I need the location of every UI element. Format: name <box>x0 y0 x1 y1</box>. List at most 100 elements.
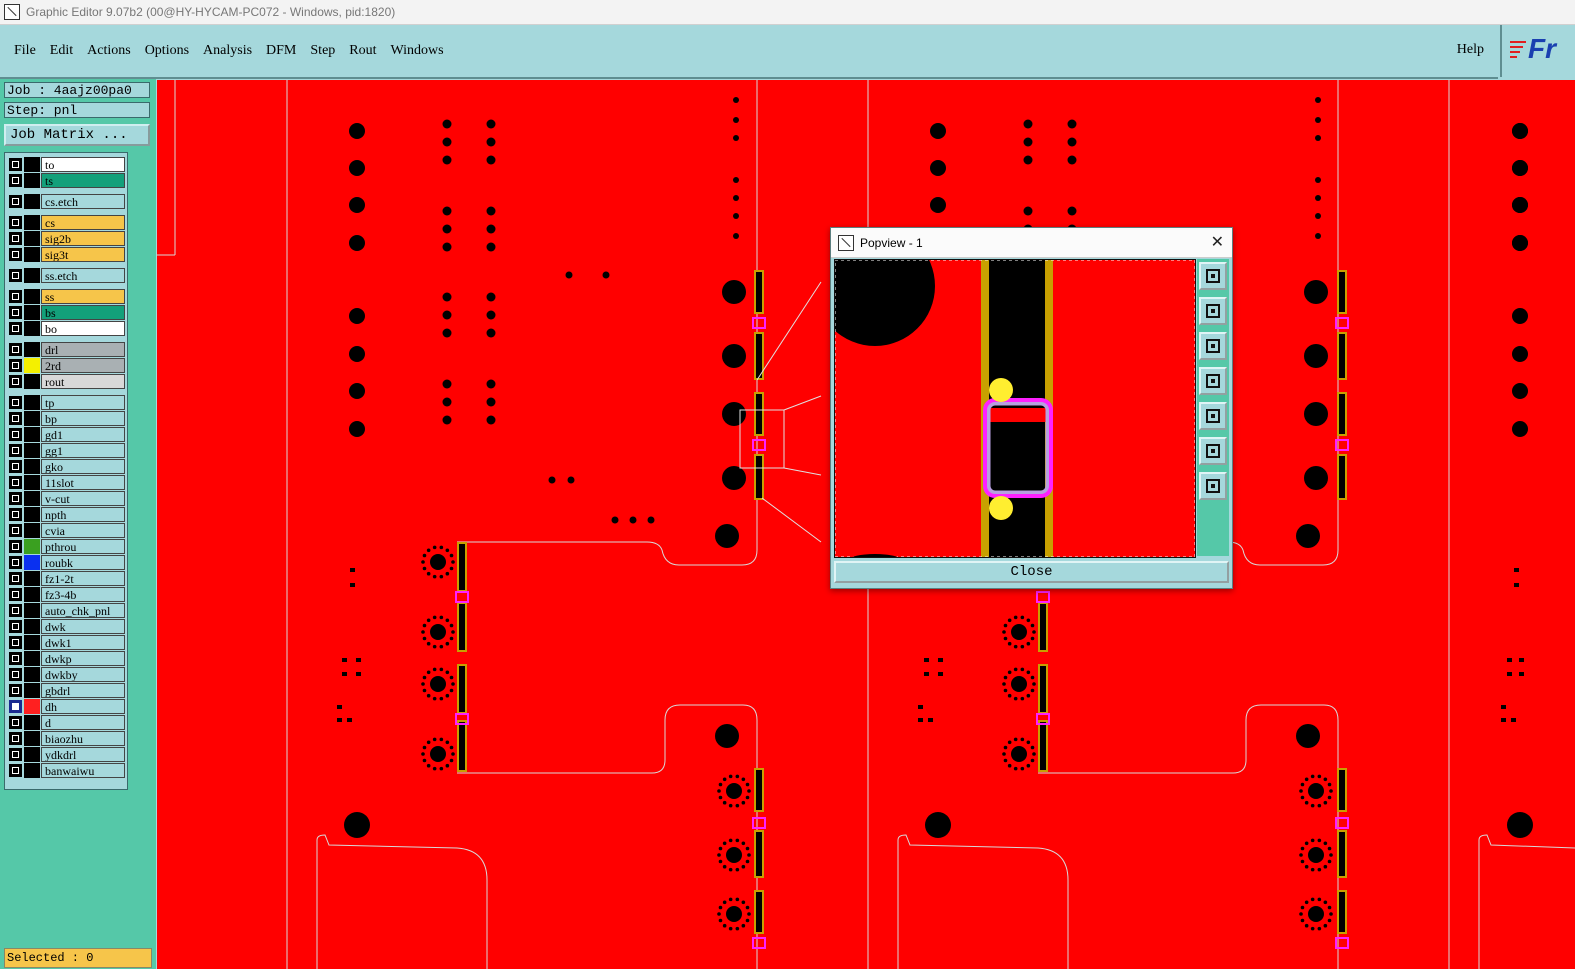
menu-file[interactable]: File <box>14 43 36 59</box>
layer-checkbox[interactable] <box>9 444 22 457</box>
layer-row-cs[interactable]: cs <box>7 215 125 230</box>
layer-checkbox[interactable] <box>9 216 22 229</box>
menu-dfm[interactable]: DFM <box>266 43 296 59</box>
layer-row-banwaiwu[interactable]: banwaiwu <box>7 763 125 778</box>
pan-right-icon[interactable] <box>1199 402 1227 430</box>
layer-row-dwkp[interactable]: dwkp <box>7 651 125 666</box>
layer-color-swatch[interactable] <box>24 374 40 389</box>
layer-row-dwk1[interactable]: dwk1 <box>7 635 125 650</box>
layer-checkbox[interactable] <box>9 556 22 569</box>
layer-row-rout[interactable]: rout <box>7 374 125 389</box>
layer-name[interactable]: 2rd <box>41 358 125 373</box>
layer-row-bp[interactable]: bp <box>7 411 125 426</box>
layer-color-swatch[interactable] <box>24 571 40 586</box>
layer-name[interactable]: gko <box>41 459 125 474</box>
layer-color-swatch[interactable] <box>24 715 40 730</box>
layer-name[interactable]: d <box>41 715 125 730</box>
layer-color-swatch[interactable] <box>24 699 40 714</box>
layer-color-swatch[interactable] <box>24 247 40 262</box>
layer-checkbox[interactable] <box>9 359 22 372</box>
layer-name[interactable]: fz3-4b <box>41 587 125 602</box>
close-icon[interactable]: ✕ <box>1211 232 1224 251</box>
layer-row-11slot[interactable]: 11slot <box>7 475 125 490</box>
layer-color-swatch[interactable] <box>24 491 40 506</box>
layer-checkbox[interactable] <box>9 540 22 553</box>
pan-left-icon[interactable] <box>1199 367 1227 395</box>
layer-row-2rd[interactable]: 2rd <box>7 358 125 373</box>
layer-color-swatch[interactable] <box>24 619 40 634</box>
layer-row-pthrou[interactable]: pthrou <box>7 539 125 554</box>
layer-row-ss.etch[interactable]: ss.etch <box>7 268 125 283</box>
layer-name[interactable]: bs <box>41 305 125 320</box>
layer-row-sig3t[interactable]: sig3t <box>7 247 125 262</box>
layer-checkbox[interactable] <box>9 700 22 713</box>
layer-checkbox[interactable] <box>9 290 22 303</box>
layer-name[interactable]: tp <box>41 395 125 410</box>
layer-checkbox[interactable] <box>9 195 22 208</box>
layer-name[interactable]: 11slot <box>41 475 125 490</box>
layer-checkbox[interactable] <box>9 248 22 261</box>
layer-color-swatch[interactable] <box>24 231 40 246</box>
layer-row-bo[interactable]: bo <box>7 321 125 336</box>
layer-row-dwkby[interactable]: dwkby <box>7 667 125 682</box>
layer-checkbox[interactable] <box>9 684 22 697</box>
layer-row-roubk[interactable]: roubk <box>7 555 125 570</box>
layer-name[interactable]: npth <box>41 507 125 522</box>
layer-row-drl[interactable]: drl <box>7 342 125 357</box>
layer-row-v-cut[interactable]: v-cut <box>7 491 125 506</box>
layer-color-swatch[interactable] <box>24 555 40 570</box>
layer-color-swatch[interactable] <box>24 215 40 230</box>
layer-color-swatch[interactable] <box>24 635 40 650</box>
menu-options[interactable]: Options <box>145 43 189 59</box>
menu-windows[interactable]: Windows <box>391 43 444 59</box>
layer-name[interactable]: gd1 <box>41 427 125 442</box>
layer-color-swatch[interactable] <box>24 603 40 618</box>
layer-name[interactable]: cs <box>41 215 125 230</box>
layer-row-fz1-2t[interactable]: fz1-2t <box>7 571 125 586</box>
layer-row-npth[interactable]: npth <box>7 507 125 522</box>
layer-row-sig2b[interactable]: sig2b <box>7 231 125 246</box>
layer-row-ts[interactable]: ts <box>7 173 125 188</box>
layer-row-gbdrl[interactable]: gbdrl <box>7 683 125 698</box>
menu-rout[interactable]: Rout <box>349 43 376 59</box>
layer-name[interactable]: cvia <box>41 523 125 538</box>
layer-name[interactable]: to <box>41 157 125 172</box>
layer-row-dh[interactable]: dh <box>7 699 125 714</box>
layer-name[interactable]: biaozhu <box>41 731 125 746</box>
layer-name[interactable]: ts <box>41 173 125 188</box>
layer-color-swatch[interactable] <box>24 507 40 522</box>
layer-name[interactable]: ydkdrl <box>41 747 125 762</box>
layer-color-swatch[interactable] <box>24 763 40 778</box>
layer-checkbox[interactable] <box>9 524 22 537</box>
layer-name[interactable]: rout <box>41 374 125 389</box>
layer-color-swatch[interactable] <box>24 475 40 490</box>
layer-name[interactable]: dwk1 <box>41 635 125 650</box>
layer-checkbox[interactable] <box>9 588 22 601</box>
layer-checkbox[interactable] <box>9 174 22 187</box>
layer-color-swatch[interactable] <box>24 342 40 357</box>
layer-color-swatch[interactable] <box>24 358 40 373</box>
layer-row-bs[interactable]: bs <box>7 305 125 320</box>
layer-row-gko[interactable]: gko <box>7 459 125 474</box>
layer-color-swatch[interactable] <box>24 289 40 304</box>
layer-checkbox[interactable] <box>9 748 22 761</box>
layer-checkbox[interactable] <box>9 652 22 665</box>
layer-color-swatch[interactable] <box>24 157 40 172</box>
layer-color-swatch[interactable] <box>24 539 40 554</box>
popview-close-button[interactable]: Close <box>834 561 1229 583</box>
layer-row-biaozhu[interactable]: biaozhu <box>7 731 125 746</box>
popview-viewport[interactable] <box>834 259 1196 558</box>
layer-checkbox[interactable] <box>9 158 22 171</box>
layer-checkbox[interactable] <box>9 604 22 617</box>
zoom-out-icon[interactable] <box>1199 472 1227 500</box>
layer-color-swatch[interactable] <box>24 194 40 209</box>
menu-actions[interactable]: Actions <box>87 43 131 59</box>
layer-row-fz3-4b[interactable]: fz3-4b <box>7 587 125 602</box>
layer-name[interactable]: v-cut <box>41 491 125 506</box>
layer-color-swatch[interactable] <box>24 747 40 762</box>
zoom-in-icon[interactable] <box>1199 437 1227 465</box>
layer-name[interactable]: ss <box>41 289 125 304</box>
layer-checkbox[interactable] <box>9 232 22 245</box>
layer-color-swatch[interactable] <box>24 587 40 602</box>
layer-name[interactable]: sig2b <box>41 231 125 246</box>
